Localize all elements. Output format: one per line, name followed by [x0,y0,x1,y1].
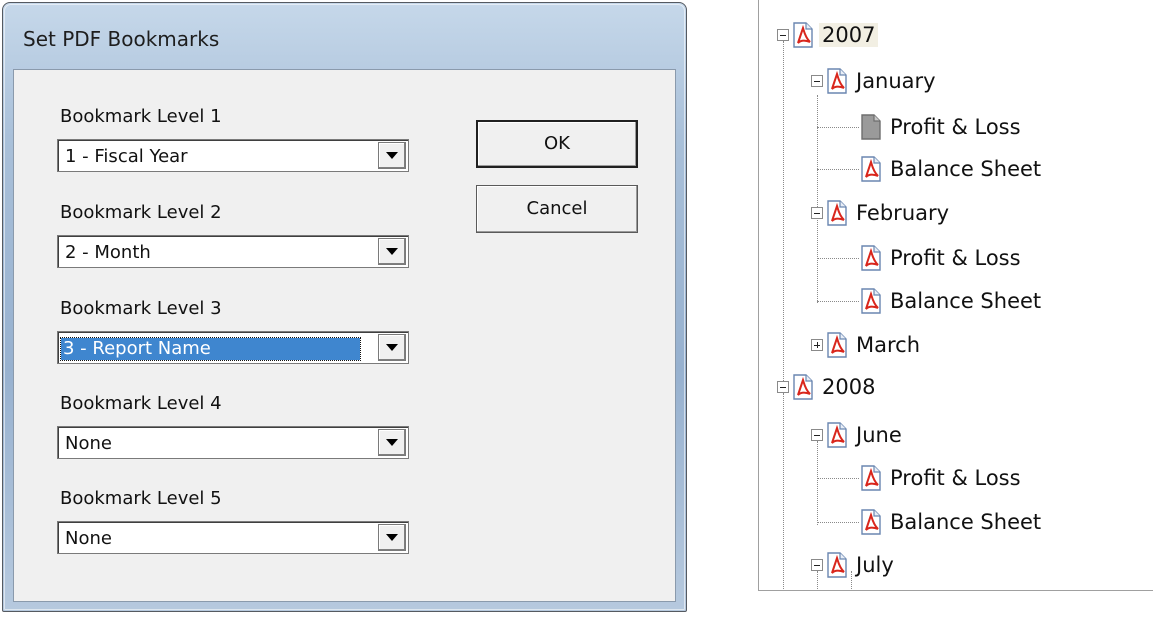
collapse-toggle-2007[interactable] [777,29,789,41]
chevron-down-icon [386,248,398,255]
bookmark-level-4-select[interactable]: None [57,426,409,459]
set-pdf-bookmarks-dialog: Set PDF Bookmarks Bookmark Level 1 1 - F… [2,2,687,612]
dialog-client-area: Bookmark Level 1 1 - Fiscal Year Bookmar… [13,69,676,602]
tree-node-june-balance-sheet[interactable]: Balance Sheet [859,505,1044,539]
tree-node-february-profit-loss[interactable]: Profit & Loss [859,241,1024,275]
tree-node-label: Profit & Loss [890,466,1021,490]
chevron-down-icon [386,152,398,159]
collapse-toggle-2008[interactable] [777,381,789,393]
bookmark-level-5-value: None [65,528,112,549]
tree-connector [817,169,859,170]
pdf-icon [861,509,881,535]
pdf-icon [827,68,847,94]
tree-node-label: Profit & Loss [890,115,1021,139]
bookmark-level-3-label: Bookmark Level 3 [60,298,222,319]
pdf-icon [827,552,847,578]
tree-node-label: February [856,201,950,225]
bookmark-level-2-select[interactable]: 2 - Month [57,235,409,268]
dropdown-arrow-button[interactable] [378,142,406,169]
tree-node-label: Balance Sheet [890,289,1042,313]
tree-node-june[interactable]: June [825,418,905,452]
pdf-icon [827,332,847,358]
bookmark-level-4-value: None [65,433,112,454]
pdf-icon [861,245,881,271]
collapse-toggle-july[interactable] [811,559,823,571]
bookmark-level-1-label: Bookmark Level 1 [60,106,222,127]
tree-connector [783,393,784,590]
pdf-icon [861,465,881,491]
tree-node-label: Balance Sheet [890,157,1042,181]
tree-node-january[interactable]: January [825,64,939,98]
cancel-button[interactable]: Cancel [476,185,638,233]
tree-node-january-profit-loss[interactable]: Profit & Loss [859,110,1024,144]
tree-node-june-profit-loss[interactable]: Profit & Loss [859,461,1024,495]
ok-button[interactable]: OK [476,120,638,168]
bookmark-level-5-select[interactable]: None [57,521,409,554]
bookmark-level-3-select[interactable]: 3 - Report Name [57,331,409,364]
document-gray-icon [861,114,881,140]
bookmark-level-1-select[interactable]: 1 - Fiscal Year [57,139,409,172]
tree-node-february[interactable]: February [825,196,952,230]
chevron-down-icon [386,344,398,351]
tree-connector [817,127,859,128]
pdf-icon [827,422,847,448]
tree-node-label: March [856,333,921,357]
bookmarks-tree-panel: 2007 January Profit & Loss Balance Sheet… [758,0,1153,591]
tree-node-label: Balance Sheet [890,510,1042,534]
tree-connector [783,41,784,387]
dropdown-arrow-button[interactable] [378,334,406,361]
expand-toggle-march[interactable] [811,339,823,351]
tree-node-february-balance-sheet[interactable]: Balance Sheet [859,284,1044,318]
tree-connector [817,258,859,259]
pdf-icon [793,22,813,48]
tree-node-march[interactable]: March [825,328,923,362]
bookmark-level-1-value: 1 - Fiscal Year [65,146,188,167]
bookmark-level-2-label: Bookmark Level 2 [60,202,222,223]
tree-node-label: January [856,69,936,93]
collapse-toggle-june[interactable] [811,429,823,441]
tree-connector [817,301,859,302]
tree-node-label: 2007 [819,23,879,47]
bookmark-level-4-label: Bookmark Level 4 [60,393,222,414]
tree-connector [817,478,859,479]
bookmark-level-2-value: 2 - Month [65,242,151,263]
tree-node-label: Profit & Loss [890,246,1021,270]
tree-connector [817,441,818,525]
title-bar[interactable]: Set PDF Bookmarks [3,3,686,61]
tree-node-label: 2008 [822,375,876,399]
chevron-down-icon [386,534,398,541]
dropdown-arrow-button[interactable] [378,524,406,551]
tree-connector [817,522,859,523]
pdf-icon [861,288,881,314]
tree-node-july[interactable]: July [825,548,897,582]
pdf-icon [861,156,881,182]
collapse-toggle-february[interactable] [811,207,823,219]
tree-node-label: June [856,423,902,447]
pdf-icon [793,374,813,400]
bookmark-level-3-value: 3 - Report Name [60,337,361,361]
tree-node-2008[interactable]: 2008 [791,370,878,404]
tree-node-january-balance-sheet[interactable]: Balance Sheet [859,152,1044,186]
bookmark-level-5-label: Bookmark Level 5 [60,488,222,509]
dropdown-arrow-button[interactable] [378,238,406,265]
collapse-toggle-january[interactable] [811,75,823,87]
tree-node-2007[interactable]: 2007 [791,18,879,52]
dialog-title: Set PDF Bookmarks [23,27,220,51]
chevron-down-icon [386,439,398,446]
tree-node-label: July [856,553,894,577]
tree-connector [817,571,818,590]
dropdown-arrow-button[interactable] [378,429,406,456]
pdf-icon [827,200,847,226]
